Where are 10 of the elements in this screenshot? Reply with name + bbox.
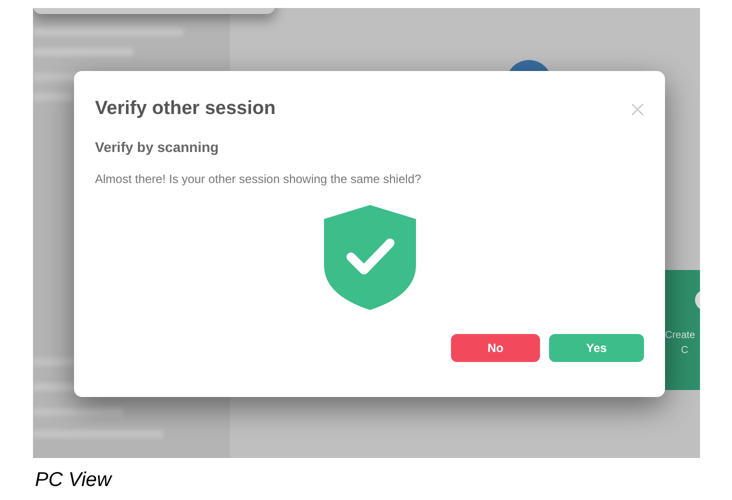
- caption: PC View: [35, 468, 112, 492]
- dialog-message: Almost there! Is your other session showing the same shield?: [95, 171, 422, 187]
- card-label: C: [680, 344, 688, 358]
- no-button[interactable]: No: [451, 334, 540, 362]
- dialog-title: Verify other session: [95, 97, 276, 121]
- dialog-subtitle: Verify by scanning: [95, 138, 220, 156]
- card-label: Create: [665, 329, 696, 343]
- close-icon[interactable]: [631, 103, 644, 116]
- shield-check-icon: [324, 205, 416, 310]
- yes-button[interactable]: Yes: [549, 334, 644, 362]
